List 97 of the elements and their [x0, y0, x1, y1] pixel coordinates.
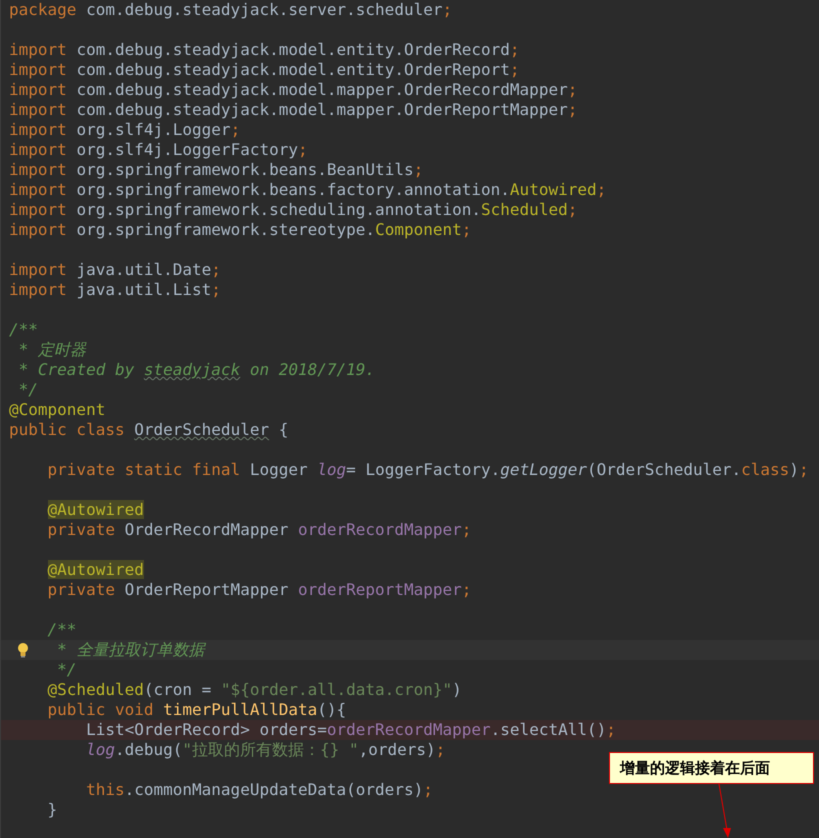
annotation: @Scheduled — [48, 680, 144, 699]
code-text: Logger — [250, 460, 309, 479]
code-text: } — [48, 800, 58, 819]
keyword: ; — [606, 720, 616, 739]
code-text: ) — [789, 460, 799, 479]
annotation: Component — [375, 220, 462, 239]
keyword: this — [86, 780, 125, 799]
keyword: ; — [568, 200, 578, 219]
code-text: org.springframework.stereotype. — [76, 220, 376, 239]
code-text: ) — [452, 680, 462, 699]
field-name: orderRecordMapper — [298, 520, 462, 539]
keyword: ; — [436, 740, 446, 759]
keyword: import — [9, 180, 68, 199]
keyword: ; — [462, 520, 472, 539]
doc-comment: steadyjack — [144, 360, 240, 379]
code-text: OrderRecordMapper — [124, 520, 290, 539]
code-text: com.debug.steadyjack.model.mapper.OrderReportMapper — [76, 100, 568, 119]
keyword: import — [9, 160, 68, 179]
string-literal: "${order.all.data.cron}" — [220, 680, 452, 699]
keyword: ; — [568, 80, 578, 99]
keyword: ; — [414, 160, 424, 179]
doc-comment: * Created by — [18, 360, 136, 379]
keyword: ; — [298, 140, 308, 159]
field-name: log — [317, 460, 346, 479]
doc-comment: */ — [57, 660, 76, 679]
keyword: import — [9, 60, 68, 79]
keyword: import — [9, 200, 68, 219]
annotation: @Autowired — [48, 500, 144, 519]
keyword: private static final — [48, 460, 242, 479]
annotation: Autowired — [510, 180, 597, 199]
doc-comment: on 2018/7/19. — [248, 360, 376, 379]
keyword: class — [741, 460, 790, 479]
doc-comment: * 全量拉取订单数据 — [57, 640, 204, 659]
annotation: @Autowired — [48, 560, 144, 579]
code-text: org.springframework.scheduling.annotation. — [76, 200, 482, 219]
code-text: (){ — [317, 700, 346, 719]
code-text: { — [278, 420, 288, 439]
code-text: .selectAll() — [490, 720, 606, 739]
keyword: package — [9, 0, 78, 19]
code-text: OrderReportMapper — [124, 580, 290, 599]
keyword: ; — [462, 220, 472, 239]
keyword: ; — [211, 260, 221, 279]
keyword: import — [9, 140, 68, 159]
doc-comment: */ — [18, 380, 38, 399]
keyword: import — [9, 260, 68, 279]
keyword: public class — [9, 420, 126, 439]
keyword: ; — [568, 100, 578, 119]
keyword: import — [9, 40, 68, 59]
keyword: import — [9, 120, 68, 139]
code-text: org.slf4j.Logger — [76, 120, 231, 139]
doc-comment: /** — [48, 620, 76, 639]
keyword: ; — [510, 40, 520, 59]
lightbulb-icon[interactable] — [16, 642, 30, 658]
class-name: OrderScheduler — [134, 420, 270, 439]
keyword: ; — [462, 580, 472, 599]
doc-comment: /** — [9, 320, 38, 339]
keyword: ; — [423, 780, 433, 799]
annotation: Scheduled — [481, 200, 568, 219]
keyword: import — [9, 80, 68, 99]
code-text: org.springframework.beans.factory.annotation. — [76, 180, 510, 199]
code-text: .debug( — [114, 740, 182, 759]
doc-comment: * 定时器 — [18, 340, 86, 359]
code-text: com.debug.steadyjack.server.scheduler — [86, 0, 442, 19]
string-literal: "拉取的所有数据：{} " — [182, 740, 359, 759]
code-text: com.debug.steadyjack.model.entity.OrderReport — [76, 60, 510, 79]
keyword: public void — [48, 700, 154, 719]
code-text: java.util.List — [76, 280, 212, 299]
keyword: ; — [211, 280, 221, 299]
method-call: getLogger — [500, 460, 587, 479]
code-text: = LoggerFactory. — [346, 460, 500, 479]
field-name: orderReportMapper — [298, 580, 462, 599]
code-text: (cron = — [144, 680, 212, 699]
code-text: com.debug.steadyjack.model.mapper.OrderRecordMapper — [76, 80, 568, 99]
field-name: log — [86, 740, 115, 759]
keyword: import — [9, 220, 68, 239]
code-text: org.springframework.beans.BeanUtils — [76, 160, 414, 179]
keyword: import — [9, 100, 68, 119]
keyword: import — [9, 280, 68, 299]
callout-note: 增量的逻辑接着在后面 — [609, 752, 814, 784]
keyword: ; — [230, 120, 240, 139]
code-text: .commonManageUpdateData(orders) — [124, 780, 424, 799]
code-text: ,orders) — [358, 740, 436, 759]
code-editor[interactable] — [0, 0, 819, 838]
keyword: private — [48, 580, 116, 599]
annotation: @Component — [9, 400, 106, 419]
code-text: List<OrderRecord> orders= — [86, 720, 327, 739]
keyword: ; — [798, 460, 809, 479]
code-text: org.slf4j.LoggerFactory — [76, 140, 298, 159]
field-name: orderRecordMapper — [326, 720, 491, 739]
keyword: ; — [510, 60, 520, 79]
code-text: (OrderScheduler. — [587, 460, 742, 479]
keyword: private — [48, 520, 116, 539]
code-text: java.util.Date — [76, 260, 212, 279]
keyword: ; — [442, 0, 452, 19]
method-name: timerPullAllData — [163, 700, 318, 719]
keyword: ; — [596, 180, 606, 199]
code-text: com.debug.steadyjack.model.entity.OrderRecord — [76, 40, 510, 59]
